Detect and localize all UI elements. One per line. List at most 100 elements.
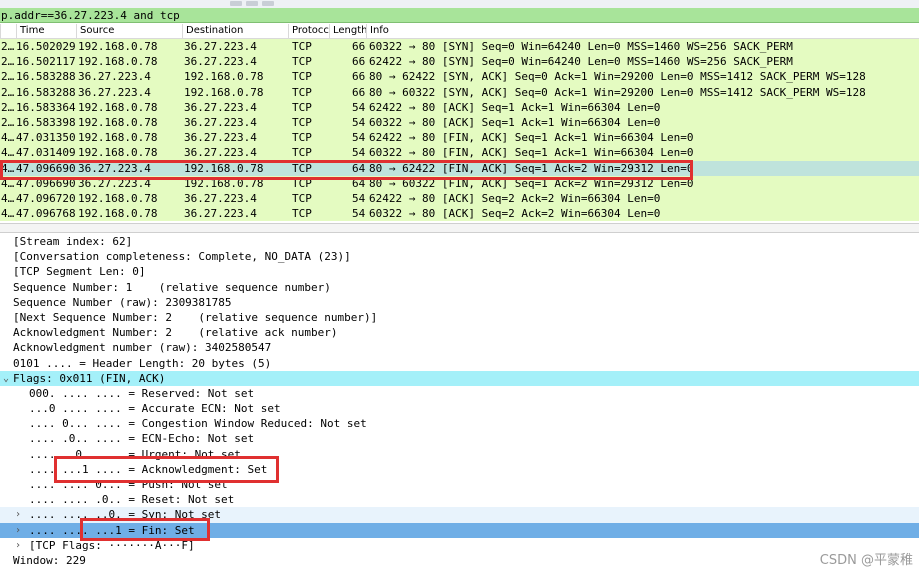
detail-flag[interactable]: .... .... 0... = Push: Not set	[0, 477, 919, 492]
detail-field[interactable]: Sequence Number (raw): 2309381785	[0, 295, 919, 310]
detail-text: [Stream index: 62]	[13, 235, 133, 248]
packet-time: 47.096690	[16, 176, 76, 190]
detail-text: .... .0.. .... = ECN-Echo: Not set	[29, 432, 255, 446]
detail-text: [Next Sequence Number: 2 (relative seque…	[13, 310, 378, 324]
packet-row[interactable]: 2… 16.583398 192.168.0.78 36.27.223.4 TCP 54 6…	[0, 114, 919, 131]
detail-flag[interactable]: .... 0... .... = Congestion Window Reduc…	[0, 416, 919, 431]
packet-length: 54	[352, 115, 366, 129]
packet-destination: 192.168.0.78	[184, 161, 264, 175]
column-header-destination[interactable]: Destination	[182, 24, 290, 38]
packet-no: 2…	[1, 70, 15, 84]
detail-flag[interactable]: .... ..0. .... = Urgent: Not set	[0, 447, 919, 462]
packet-time: 16.583398	[16, 115, 76, 129]
toolbar-button[interactable]	[246, 1, 258, 6]
packet-info: 62422 → 80 [ACK] Seq=1 Ack=1 Win=66304 L…	[369, 100, 661, 114]
packet-row[interactable]: 4… 47.031350 192.168.0.78 36.27.223.4 TCP 54 6…	[0, 130, 919, 146]
packet-info: 60322 → 80 [ACK] Seq=2 Ack=2 Win=66304 L…	[369, 207, 661, 221]
detail-text: [TCP Flags: ·······A···F]	[29, 538, 195, 552]
packet-no: 4…	[1, 161, 15, 175]
packet-no: 2…	[1, 115, 15, 129]
packet-length: 66	[352, 55, 366, 69]
packet-length: 54	[352, 191, 366, 205]
detail-field[interactable]: [TCP Segment Len: 0]	[0, 264, 919, 279]
packet-protocol: TCP	[292, 207, 312, 221]
packet-destination: 192.168.0.78	[184, 85, 264, 99]
watermark: CSDN @平蒙稚	[819, 553, 913, 568]
chevron-down-icon[interactable]: ⌄	[3, 371, 9, 386]
packet-destination: 36.27.223.4	[184, 191, 257, 205]
detail-field[interactable]: [Conversation completeness: Complete, NO…	[0, 249, 919, 264]
packet-row[interactable]: 2… 16.502029 192.168.0.78 36.27.223.4 TCP 66 6…	[0, 39, 919, 55]
packet-list: 2… 16.502029 192.168.0.78 36.27.223.4 TCP 66 6…	[0, 39, 919, 222]
packet-length: 54	[352, 131, 366, 145]
detail-text: .... 0... .... = Congestion Window Reduc…	[29, 417, 367, 431]
toolbar-button[interactable]	[262, 1, 274, 6]
detail-flag[interactable]: ...0 .... .... = Accurate ECN: Not set	[0, 401, 919, 416]
packet-no: 2…	[1, 55, 15, 69]
detail-flag[interactable]: .... .... .0.. = Reset: Not set	[0, 492, 919, 507]
detail-flag[interactable]: .... ...1 .... = Acknowledgment: Set	[0, 462, 919, 477]
column-header-protocol[interactable]: Protocc	[288, 24, 330, 38]
detail-text: [TCP Segment Len: 0]	[13, 265, 146, 279]
detail-flag[interactable]: .... .0.. .... = ECN-Echo: Not set	[0, 431, 919, 446]
packet-row[interactable]: 4… 47.096720 192.168.0.78 36.27.223.4 TCP 54 6…	[0, 190, 919, 207]
packet-no: 4…	[1, 131, 15, 145]
packet-protocol: TCP	[292, 131, 312, 145]
packet-no: 2…	[1, 85, 15, 99]
toolbar-button[interactable]	[230, 1, 242, 6]
packet-row[interactable]: 2… 16.583288 36.27.223.4 192.168.0.78 TCP 66 8…	[0, 69, 919, 85]
pane-splitter[interactable]	[0, 223, 919, 233]
column-header-length[interactable]: Length	[329, 24, 368, 38]
detail-text: Acknowledgment Number: 2 (relative ack n…	[13, 326, 338, 340]
detail-field[interactable]: Acknowledgment Number: 2 (relative ack n…	[0, 325, 919, 340]
packet-no: 4…	[1, 207, 15, 221]
packet-no: 4…	[1, 191, 15, 205]
packet-length: 54	[352, 100, 366, 114]
packet-protocol: TCP	[292, 55, 312, 69]
packet-info: 62422 → 80 [FIN, ACK] Seq=1 Ack=1 Win=66…	[369, 131, 694, 145]
packet-info: 60322 → 80 [FIN, ACK] Seq=1 Ack=1 Win=66…	[369, 146, 694, 160]
packet-source: 192.168.0.78	[78, 131, 158, 145]
detail-field[interactable]: [Next Sequence Number: 2 (relative seque…	[0, 310, 919, 325]
column-header-info[interactable]: Info	[366, 24, 919, 38]
packet-time: 47.096768	[16, 207, 76, 221]
chevron-right-icon[interactable]: ›	[15, 538, 21, 553]
packet-row[interactable]: 2… 16.583364 192.168.0.78 36.27.223.4 TCP 54 6…	[0, 99, 919, 115]
column-header-no[interactable]	[0, 24, 16, 38]
detail-flag[interactable]: 000. .... .... = Reserved: Not set	[0, 386, 919, 401]
packet-info: 80 → 62422 [SYN, ACK] Seq=0 Ack=1 Win=29…	[369, 70, 866, 84]
packet-row[interactable]: 4… 47.031409 192.168.0.78 36.27.223.4 TCP 54 6…	[0, 145, 919, 161]
detail-field[interactable]: Sequence Number: 1 (relative sequence nu…	[0, 280, 919, 295]
packet-row[interactable]: 2… 16.502117 192.168.0.78 36.27.223.4 TCP 66 6…	[0, 54, 919, 70]
packet-row[interactable]: 2… 16.583288 36.27.223.4 192.168.0.78 TCP 66 8…	[0, 84, 919, 100]
packet-no: 2…	[1, 100, 15, 114]
packet-no: 4…	[1, 176, 15, 190]
chevron-right-icon[interactable]: ›	[15, 507, 21, 522]
detail-text: Window: 229	[13, 553, 86, 567]
detail-flag[interactable]: › .... .... ..0. = Syn: Not set	[0, 507, 919, 523]
detail-text: Acknowledgment number (raw): 3402580547	[13, 341, 272, 355]
column-header-time[interactable]: Time	[16, 24, 78, 38]
packet-time: 16.583288	[16, 85, 76, 99]
packet-row-selected[interactable]: 4… 47.096690 36.27.223.4 192.168.0.78 TCP 64 8…	[0, 160, 919, 176]
detail-field[interactable]: › [TCP Flags: ·······A···F]	[0, 538, 919, 553]
detail-flags-header[interactable]: ⌄ Flags: 0x011 (FIN, ACK)	[0, 370, 919, 386]
detail-text: Flags: 0x011 (FIN, ACK)	[13, 371, 166, 385]
chevron-right-icon[interactable]: ›	[15, 523, 21, 538]
packet-source: 192.168.0.78	[78, 207, 158, 221]
packet-info: 80 → 62422 [FIN, ACK] Seq=1 Ack=2 Win=29…	[369, 161, 694, 175]
display-filter-input[interactable]: p.addr==36.27.223.4 and tcp	[0, 8, 919, 23]
detail-field[interactable]: 0101 .... = Header Length: 20 bytes (5)	[0, 356, 919, 371]
detail-field[interactable]: [Stream index: 62]	[0, 234, 919, 249]
packet-row[interactable]: 4… 47.096690 36.27.223.4 192.168.0.78 TCP 64 8…	[0, 175, 919, 191]
packet-no: 4…	[1, 146, 15, 160]
column-header-source[interactable]: Source	[76, 24, 184, 38]
detail-field[interactable]: Window: 229	[0, 553, 919, 568]
packet-info: 60322 → 80 [ACK] Seq=1 Ack=1 Win=66304 L…	[369, 115, 661, 129]
detail-flag-selected[interactable]: › .... .... ...1 = Fin: Set	[0, 522, 919, 538]
packet-protocol: TCP	[292, 146, 312, 160]
packet-info: 80 → 60322 [SYN, ACK] Seq=0 Ack=1 Win=29…	[369, 85, 866, 99]
detail-field[interactable]: Acknowledgment number (raw): 3402580547	[0, 340, 919, 355]
packet-length: 66	[352, 40, 366, 53]
packet-row[interactable]: 4… 47.096768 192.168.0.78 36.27.223.4 TCP 54 6…	[0, 206, 919, 222]
